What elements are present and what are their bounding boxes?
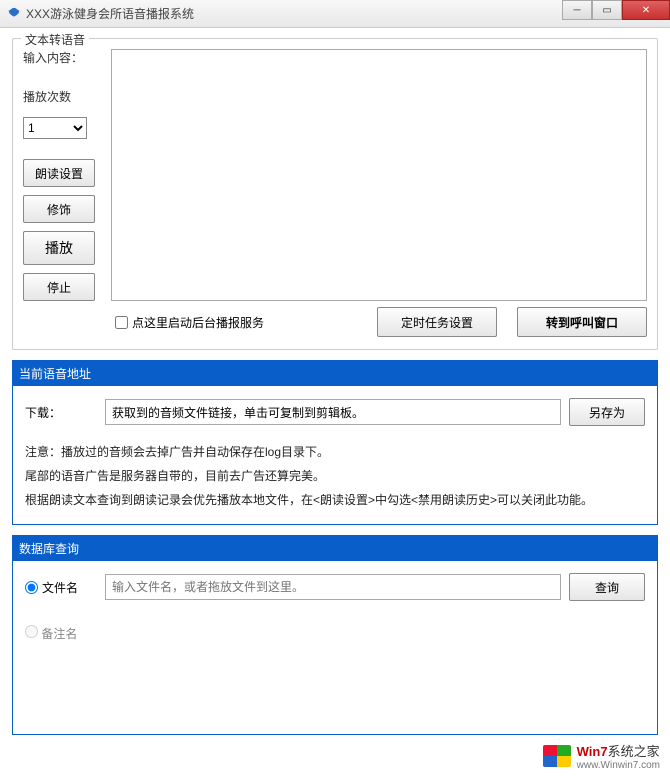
maximize-button[interactable]: ▭	[592, 0, 622, 20]
playcount-label: 播放次数	[23, 88, 107, 105]
db-query-section: 数据库查询 文件名 查询 备注名	[12, 535, 658, 735]
watermark-brand: Win7	[577, 744, 608, 759]
voice-notes: 注意：播放过的音频会去掉广告并自动保存在log目录下。 尾部的语音广告是服务器自…	[25, 440, 645, 512]
query-button[interactable]: 查询	[569, 573, 645, 601]
bg-service-checkbox-wrap[interactable]: 点这里启动后台播报服务	[115, 314, 357, 331]
voice-address-section: 当前语音地址 下载： 另存为 注意：播放过的音频会去掉广告并自动保存在log目录…	[12, 360, 658, 525]
tts-left-column: 输入内容： 播放次数 1 朗读设置 修饰 播放 停止	[23, 49, 107, 301]
watermark: Win7系统之家 www.Winwin7.com	[543, 741, 660, 771]
titlebar: XXX游泳健身会所语音播报系统 ─ ▭ ✕	[0, 0, 670, 28]
voice-note-2: 尾部的语音广告是服务器自带的，目前去广告还算完美。	[25, 464, 645, 488]
radio-filename-label: 文件名	[42, 579, 78, 596]
input-label: 输入内容：	[23, 49, 107, 66]
radio-remark	[25, 625, 38, 638]
download-label: 下载：	[25, 404, 97, 421]
db-query-header: 数据库查询	[13, 536, 657, 561]
content-area: 文本转语音 输入内容： 播放次数 1 朗读设置 修饰 播放 停止 点这里启动后台…	[0, 28, 670, 755]
radio-remark-wrap[interactable]: 备注名	[25, 625, 77, 642]
bg-service-checkbox[interactable]	[115, 316, 128, 329]
watermark-text: Win7系统之家 www.Winwin7.com	[577, 741, 660, 771]
voice-note-3: 根据朗读文本查询到朗读记录会优先播放本地文件，在<朗读设置>中勾选<禁用朗读历史…	[25, 488, 645, 512]
radio-remark-label: 备注名	[41, 627, 77, 641]
modify-button[interactable]: 修饰	[23, 195, 95, 223]
tts-legend: 文本转语音	[21, 31, 89, 48]
tts-input[interactable]	[111, 49, 647, 301]
read-settings-button[interactable]: 朗读设置	[23, 159, 95, 187]
window-title: XXX游泳健身会所语音播报系统	[26, 5, 194, 22]
timer-settings-button[interactable]: 定时任务设置	[377, 307, 497, 337]
save-as-button[interactable]: 另存为	[569, 398, 645, 426]
tts-groupbox: 文本转语音 输入内容： 播放次数 1 朗读设置 修饰 播放 停止 点这里启动后台…	[12, 38, 658, 350]
radio-filename[interactable]	[25, 581, 38, 594]
db-query-input[interactable]	[105, 574, 561, 600]
app-icon	[6, 6, 22, 22]
play-button[interactable]: 播放	[23, 231, 95, 265]
window-controls: ─ ▭ ✕	[562, 0, 670, 20]
windows-flag-icon	[543, 745, 571, 767]
voice-note-1: 注意：播放过的音频会去掉广告并自动保存在log目录下。	[25, 440, 645, 464]
goto-call-button[interactable]: 转到呼叫窗口	[517, 307, 647, 337]
close-button[interactable]: ✕	[622, 0, 670, 20]
minimize-button[interactable]: ─	[562, 0, 592, 20]
watermark-suffix: 系统之家	[608, 744, 660, 759]
stop-button[interactable]: 停止	[23, 273, 95, 301]
voice-address-header: 当前语音地址	[13, 361, 657, 386]
playcount-select[interactable]: 1	[23, 117, 87, 139]
download-link-input[interactable]	[105, 399, 561, 425]
bg-service-label: 点这里启动后台播报服务	[132, 314, 264, 331]
radio-filename-wrap[interactable]: 文件名	[25, 579, 97, 596]
watermark-url: www.Winwin7.com	[577, 760, 660, 771]
